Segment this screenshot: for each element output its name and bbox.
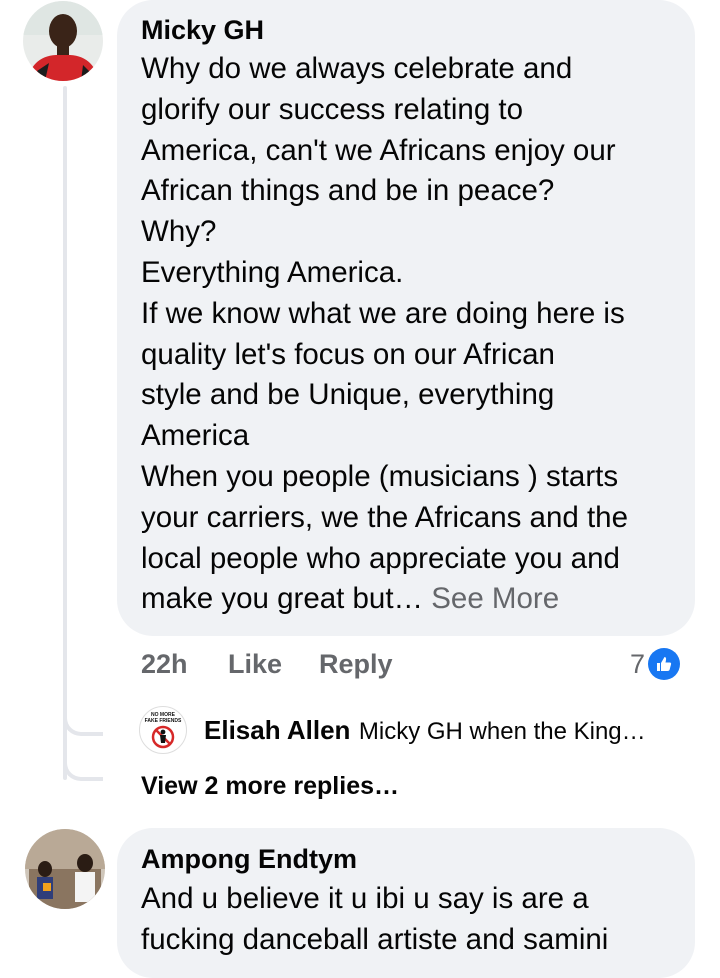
reply-button[interactable]: Reply bbox=[319, 649, 393, 680]
reaction-count: 7 bbox=[630, 648, 646, 679]
like-button[interactable]: Like bbox=[228, 649, 282, 680]
comment-text-line: When you people (musicians ) starts bbox=[141, 459, 619, 493]
avatar-elisah-allen[interactable]: NO MORE FAKE FRIENDS bbox=[139, 706, 187, 754]
avatar-ampong-endtym[interactable] bbox=[25, 829, 105, 909]
see-more-link[interactable]: See More bbox=[431, 582, 559, 615]
comment-text: Why do we always celebrate and glorify o… bbox=[141, 49, 695, 620]
comment-bubble[interactable]: Ampong Endtym And u believe it u ibi u s… bbox=[117, 828, 695, 978]
reply-author[interactable]: Elisah Allen bbox=[204, 715, 350, 745]
comment-text: And u believe it u ibi u say is are a fu… bbox=[141, 879, 695, 961]
comment-text-line: your carriers, we the Africans and the bbox=[141, 500, 628, 534]
comment-text-line: local people who appreciate you and bbox=[141, 541, 620, 575]
comment-text-line: glorify our success relating to bbox=[141, 92, 524, 126]
like-thumb-icon bbox=[648, 648, 681, 680]
no-fake-friends-logo-icon: NO MORE FAKE FRIENDS bbox=[145, 712, 182, 749]
comment-text-line: quality let's focus on our African bbox=[141, 337, 555, 371]
comment-text-line: If we know what we are doing here is bbox=[141, 296, 625, 330]
comment-text-line: And u believe it u ibi u say is are a bbox=[141, 882, 589, 915]
view-more-replies-link[interactable]: View 2 more replies… bbox=[141, 772, 399, 801]
thread-line-branch-more bbox=[63, 745, 103, 781]
comment-author[interactable]: Micky GH bbox=[141, 14, 695, 46]
svg-text:FAKE FRIENDS: FAKE FRIENDS bbox=[145, 718, 182, 724]
comment-text-line: fucking danceball artiste and samini bbox=[141, 922, 609, 956]
comment-text-line: African things and be in peace? bbox=[141, 174, 555, 208]
comment-text-line: style and be Unique, everything bbox=[141, 378, 555, 412]
thread-line-branch-reply bbox=[63, 700, 103, 736]
person-photo-icon bbox=[23, 1, 103, 81]
comment-text-line: Why do we always celebrate and bbox=[141, 52, 573, 85]
person-photo-icon bbox=[25, 829, 105, 909]
thread-line-vertical bbox=[63, 86, 67, 780]
reaction-summary[interactable]: 7 bbox=[630, 647, 681, 681]
comment-text-line: Everything America. bbox=[141, 255, 404, 289]
comment-time[interactable]: 22h bbox=[141, 649, 188, 680]
comment-text-line: Why? bbox=[141, 215, 217, 249]
comment-bubble[interactable]: Micky GH Why do we always celebrate and … bbox=[117, 0, 695, 636]
comment-text-line: America bbox=[141, 419, 250, 453]
reply-text: Micky GH when the King… bbox=[358, 718, 646, 745]
avatar-micky-gh[interactable] bbox=[23, 1, 103, 81]
reply-preview[interactable]: Elisah Allen Micky GH when the King… bbox=[204, 715, 646, 746]
comment-text-line: America, can't we Africans enjoy our bbox=[141, 133, 616, 167]
comment-text-truncated: make you great but… bbox=[141, 582, 424, 616]
comment-text-line-last: make you great but… See More bbox=[141, 579, 695, 620]
comment-author[interactable]: Ampong Endtym bbox=[141, 843, 695, 875]
